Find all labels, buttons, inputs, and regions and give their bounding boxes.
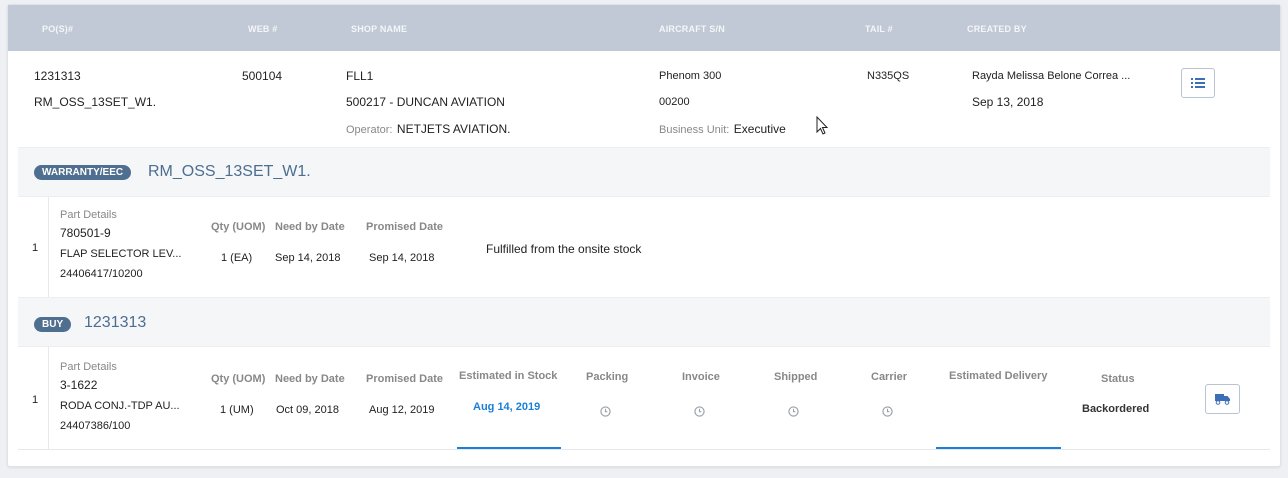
part-details-label: Part Details [60, 361, 117, 373]
qty-label: Qty (UOM) [211, 221, 266, 233]
buy-badge: BUY [34, 317, 72, 332]
operator-value: NETJETS AVIATION. [396, 122, 511, 136]
part-reference: 24406417/10200 [60, 268, 143, 280]
header-pos: PO(S)# [42, 24, 74, 34]
po-reference: RM_OSS_13SET_W1. [34, 95, 157, 109]
business-unit-value: Executive [733, 122, 786, 136]
track-shipment-button[interactable] [1205, 384, 1240, 414]
promised-label: Promised Date [366, 373, 444, 385]
part-details-label: Part Details [60, 209, 117, 221]
clock-icon [882, 406, 893, 417]
buy-title[interactable]: 1231313 [84, 314, 146, 332]
header-aircraft: AIRCRAFT S/N [659, 24, 725, 34]
packing-label: Packing [586, 371, 629, 383]
web-number: 500104 [242, 69, 283, 83]
po-number[interactable]: 1231313 [34, 69, 81, 83]
need-by-label: Need by Date [275, 221, 345, 233]
shipped-label: Shipped [774, 371, 818, 383]
buy-section-header: BUY 1231313 [18, 297, 1270, 347]
warranty-row-index: 1 [32, 242, 39, 254]
created-by-name: Rayda Melissa Belone Correa ... [972, 70, 1131, 82]
order-card: PO(S)# WEB # SHOP NAME AIRCRAFT S/N TAIL… [7, 4, 1281, 467]
aircraft-serial: 00200 [659, 96, 690, 108]
est-stock-link[interactable]: Aug 14, 2019 [473, 401, 540, 413]
need-by-value: Oct 09, 2018 [276, 404, 339, 416]
shop-name: FLL1 [346, 69, 374, 83]
clock-icon [694, 406, 705, 417]
promised-value: Aug 12, 2019 [369, 404, 435, 416]
row-divider [48, 197, 49, 297]
tail-number: N335QS [867, 70, 910, 82]
promised-label: Promised Date [366, 221, 444, 233]
operator-label: Operator: [346, 124, 393, 136]
est-delivery-label: Estimated Delivery [949, 370, 1048, 382]
invoice-label: Invoice [682, 371, 720, 383]
status-value: Backordered [1082, 403, 1150, 415]
need-by-value: Sep 14, 2018 [275, 252, 341, 264]
carrier-label: Carrier [871, 371, 908, 383]
fulfillment-note: Fulfilled from the onsite stock [486, 242, 642, 256]
order-menu-button[interactable] [1181, 68, 1215, 98]
header-created-by: CREATED BY [967, 24, 1027, 34]
operator-line: Operator: NETJETS AVIATION. [346, 120, 511, 138]
part-number: 780501-9 [60, 226, 111, 240]
warranty-title[interactable]: RM_OSS_13SET_W1. [148, 163, 311, 181]
qty-value: 1 (UM) [220, 404, 254, 416]
buy-row-index: 1 [32, 394, 39, 406]
header-web: WEB # [248, 24, 278, 34]
part-name: RODA CONJ.-TDP AU... [60, 400, 180, 412]
status-label: Status [1101, 373, 1135, 385]
header-shop: SHOP NAME [351, 24, 408, 34]
part-name: FLAP SELECTOR LEV... [60, 248, 182, 260]
clock-icon [788, 406, 799, 417]
truck-icon [1214, 394, 1230, 405]
row-divider [48, 347, 49, 449]
part-number: 3-1622 [60, 378, 98, 392]
list-icon [1191, 78, 1205, 88]
est-stock-label: Estimated in Stock [459, 370, 558, 382]
part-reference: 24407386/100 [60, 420, 131, 432]
qty-label: Qty (UOM) [211, 373, 266, 385]
created-date: Sep 13, 2018 [972, 95, 1044, 109]
warranty-section-header: WARRANTY/EEC RM_OSS_13SET_W1. [18, 147, 1270, 197]
warranty-badge: WARRANTY/EEC [34, 165, 132, 180]
shop-detail: 500217 - DUNCAN AVIATION [346, 95, 505, 109]
header-tail: TAIL # [865, 24, 893, 34]
need-by-label: Need by Date [275, 373, 345, 385]
business-unit-label: Business Unit: [659, 124, 730, 136]
qty-value: 1 (EA) [221, 252, 253, 264]
clock-icon [600, 406, 611, 417]
mouse-cursor-icon [816, 116, 829, 135]
table-header: PO(S)# WEB # SHOP NAME AIRCRAFT S/N TAIL… [8, 5, 1280, 51]
row-bottom-border [18, 449, 1270, 450]
promised-value: Sep 14, 2018 [369, 252, 435, 264]
business-unit-line: Business Unit: Executive [659, 120, 786, 138]
aircraft-model: Phenom 300 [659, 70, 722, 82]
